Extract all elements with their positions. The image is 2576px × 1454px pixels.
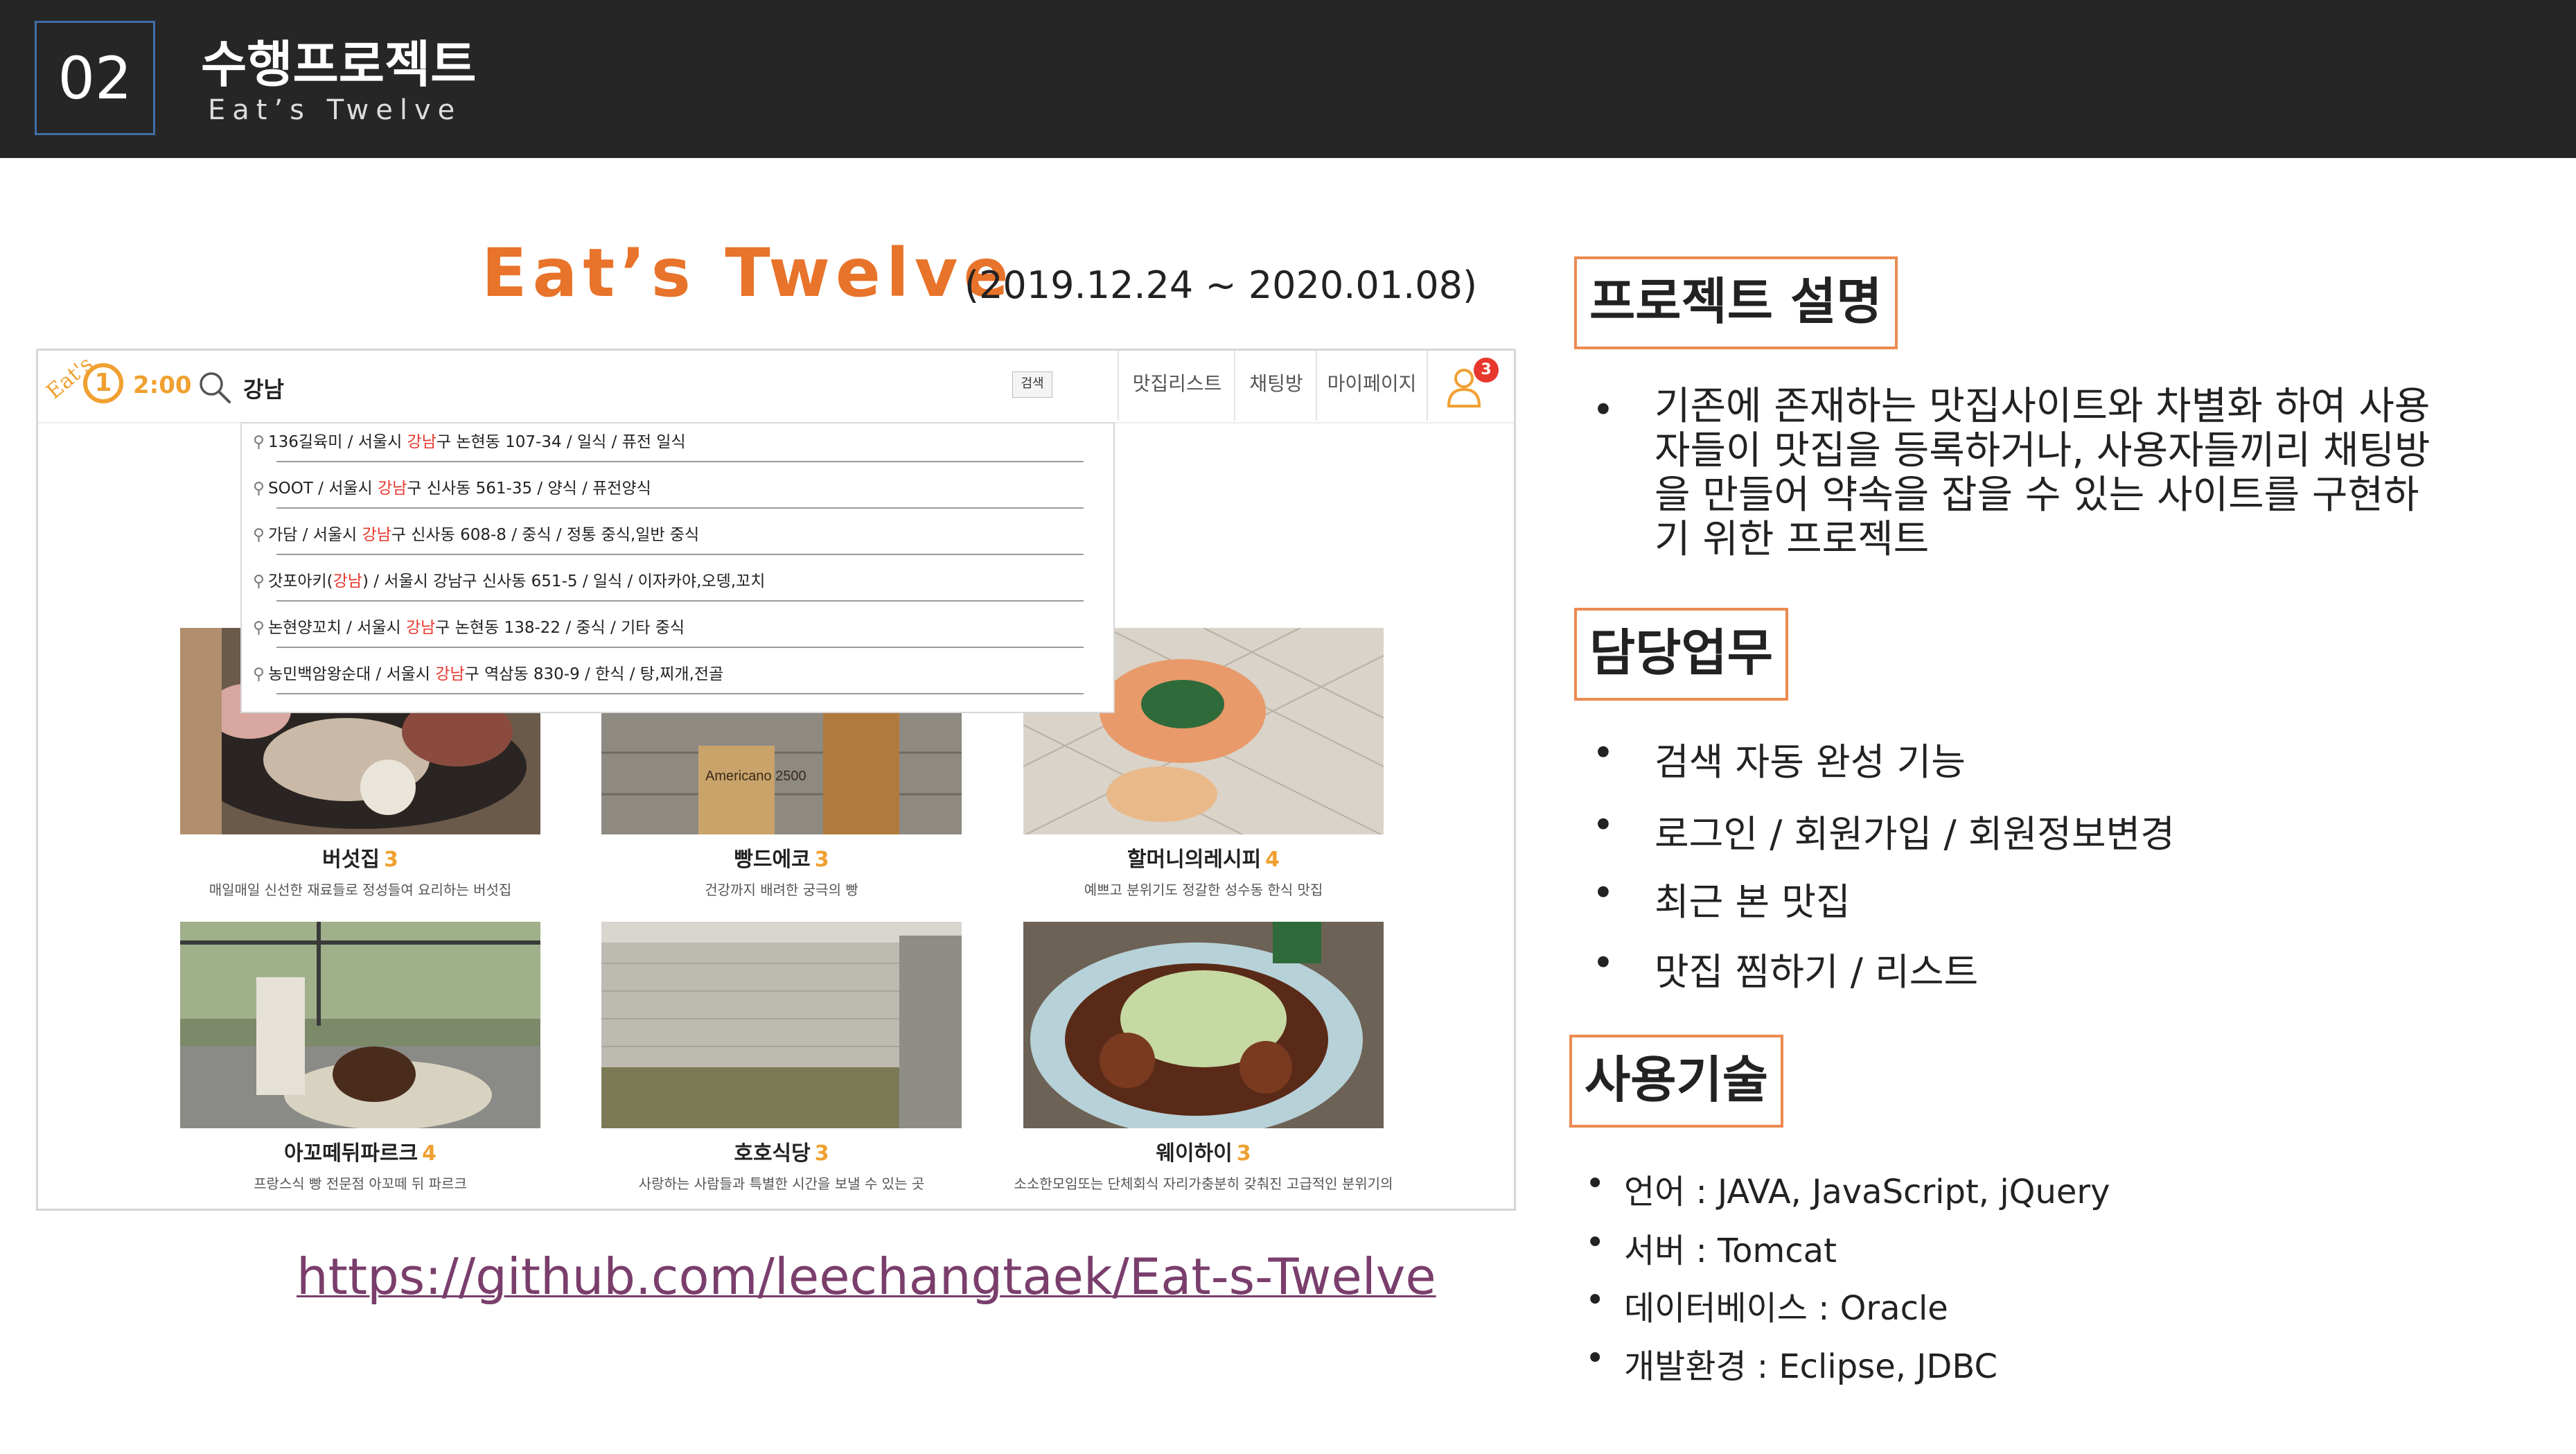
restaurant-name[interactable]: 웨이하이 3 <box>1023 1136 1384 1166</box>
autocomplete-dropdown: ⚲ 136길육미 / 서울시 강남구 논현동 107-34 / 일식 / 퓨전 일… <box>240 422 1115 713</box>
restaurant-name[interactable]: 아꼬떼뒤파르크 4 <box>180 1136 540 1166</box>
search-small-icon: ⚲ <box>253 526 265 544</box>
bullet: • <box>1592 388 1614 432</box>
nav-chat-room[interactable]: 채팅방 <box>1234 351 1317 421</box>
nav-my-page[interactable]: 마이페이지 <box>1316 351 1428 421</box>
search-small-icon: ⚲ <box>253 572 265 590</box>
duty-item: • 최근 본 맛집 <box>1592 871 1851 924</box>
tech-item: • 언어 : JAVA, JavaScript, jQuery <box>1585 1164 2110 1211</box>
divider <box>276 647 1084 648</box>
section-number: 02 <box>35 21 155 135</box>
suggestion-item[interactable]: ⚲ 가담 / 서울시 강남구 신사동 608-8 / 중식 / 정통 중식,일반 … <box>253 518 1084 555</box>
restaurant-name[interactable]: 할머니의레시피 4 <box>1023 842 1384 873</box>
restaurant-desc: 프랑스식 빵 전문점 아꼬떼 뒤 파르크 <box>254 1175 467 1192</box>
restaurant-desc: 소소한모임또는 단체회식 자리가충분히 갖춰진 고급적인 분위기의 <box>1014 1175 1393 1192</box>
restaurant-photo-cafe[interactable] <box>180 922 540 1128</box>
restaurant-desc: 사랑하는 사람들과 특별한 시간을 보낼 수 있는 곳 <box>638 1175 925 1192</box>
americano-sign: Americano 2500 <box>705 769 806 784</box>
search-small-icon: ⚲ <box>253 665 265 683</box>
slide-title: 수행프로젝트 <box>201 35 477 94</box>
suggestion-item[interactable]: ⚲ 논현양꼬치 / 서울시 강남구 논현동 138-22 / 중식 / 기타 중식 <box>253 611 1084 648</box>
suggestion-item[interactable]: ⚲ 갓포아키(강남) / 서울시 강남구 신사동 651-5 / 일식 / 이자카… <box>253 564 1084 602</box>
duty-item: • 맛집 찜하기 / 리스트 <box>1592 941 1979 994</box>
restaurant-name[interactable]: 호호식당 3 <box>601 1136 962 1166</box>
divider <box>276 554 1084 555</box>
suggestion-item[interactable]: ⚲ 136길육미 / 서울시 강남구 논현동 107-34 / 일식 / 퓨전 일… <box>253 425 1084 462</box>
divider <box>276 461 1084 462</box>
search-small-icon: ⚲ <box>253 480 265 498</box>
tech-item: • 개발환경 : Eclipse, JDBC <box>1585 1339 1997 1386</box>
site-navbar: Eat's 1 2:00 강남 검색 맛집리스트 채팅방 마이페이지 3 <box>38 351 1514 423</box>
logo-time: 2:00 <box>133 371 192 399</box>
search-button[interactable]: 검색 <box>1012 371 1052 398</box>
notification-badge: 3 <box>1474 358 1499 383</box>
restaurant-name[interactable]: 버섯집 3 <box>180 842 540 873</box>
duty-item: • 검색 자동 완성 기능 <box>1592 731 1966 784</box>
restaurant-photo-hoho[interactable] <box>601 922 962 1128</box>
restaurant-desc: 예쁘고 분위기도 정갈한 성수동 한식 맛집 <box>1084 882 1323 898</box>
suggestion-item[interactable]: ⚲ SOOT / 서울시 강남구 신사동 561-35 / 양식 / 퓨전양식 <box>253 471 1084 509</box>
restaurant-photo-weihai[interactable] <box>1023 922 1384 1128</box>
clock-logo-icon: 1 <box>83 363 123 403</box>
duty-item: • 로그인 / 회원가입 / 회원정보변경 <box>1592 803 2175 856</box>
restaurant-name[interactable]: 빵드에코 3 <box>601 842 962 873</box>
suggestion-item[interactable]: ⚲ 농민백암왕순대 / 서울시 강남구 역삼동 830-9 / 한식 / 탕,찌개… <box>253 657 1084 694</box>
search-input[interactable]: 강남 <box>243 372 284 404</box>
project-description: 기존에 존재하는 맛집사이트와 차별화 하여 사용 자들이 맛집을 등록하거나,… <box>1655 384 2431 562</box>
website-screenshot: Eat's 1 2:00 강남 검색 맛집리스트 채팅방 마이페이지 3 ⚲ 13… <box>36 349 1516 1211</box>
tech-item: • 데이터베이스 : Oracle <box>1585 1281 1948 1328</box>
tech-item: • 서버 : Tomcat <box>1585 1223 1837 1270</box>
restaurant-desc: 건강까지 배려한 궁극의 빵 <box>705 882 858 898</box>
search-small-icon: ⚲ <box>253 619 265 637</box>
divider <box>276 600 1084 602</box>
search-small-icon: ⚲ <box>253 433 265 451</box>
slide-header: 02 수행프로젝트 Eat’s Twelve <box>0 0 2576 158</box>
divider <box>276 693 1084 694</box>
section-title-duties: 담당업무 <box>1574 608 1788 701</box>
github-link[interactable]: https://github.com/leechangtaek/Eat-s-Tw… <box>297 1247 1436 1306</box>
section-title-description: 프로젝트 설명 <box>1574 256 1898 349</box>
project-title: Eat’s Twelve <box>482 234 1014 312</box>
restaurant-desc: 매일매일 신선한 재료들로 정성들여 요리하는 버섯집 <box>209 882 512 898</box>
project-period: (2019.12.24 ~ 2020.01.08) <box>964 263 1478 307</box>
slide-subtitle: Eat’s Twelve <box>208 94 462 126</box>
nav-restaurant-list[interactable]: 맛집리스트 <box>1118 351 1235 421</box>
search-icon[interactable] <box>196 369 233 406</box>
divider <box>276 507 1084 509</box>
section-title-tech: 사용기술 <box>1569 1035 1783 1128</box>
